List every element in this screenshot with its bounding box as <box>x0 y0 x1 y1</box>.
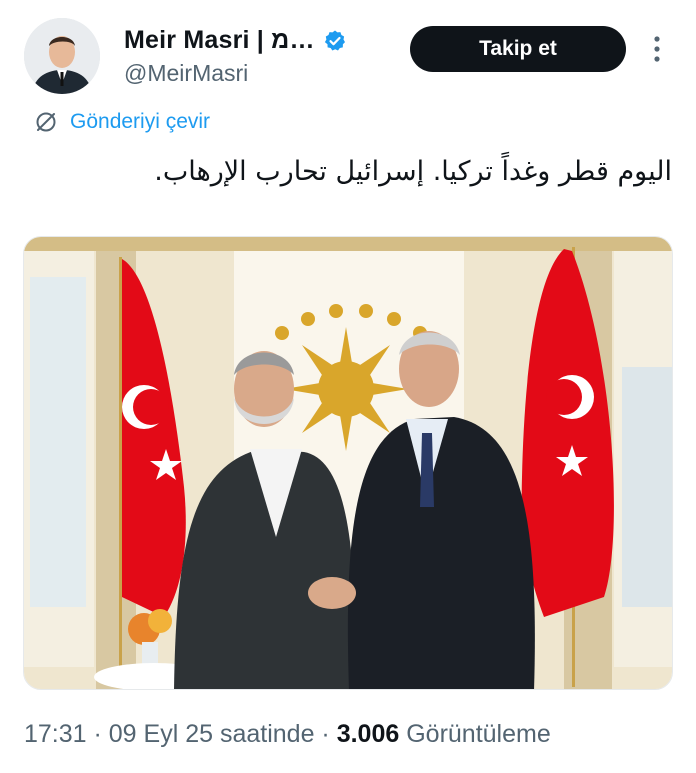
meta-separator: · <box>314 720 337 748</box>
verified-badge-icon <box>324 30 345 50</box>
author-handle[interactable]: @MeirMasri <box>124 60 248 87</box>
translate-label[interactable]: Gönderiyi çevir <box>70 110 210 134</box>
more-vertical-icon[interactable] <box>650 34 664 64</box>
views-count: 3.006 <box>336 720 400 748</box>
tweet-text: اليوم قطر وغداً تركيا. إسرائيل تحارب الإ… <box>154 156 672 187</box>
tweet-time[interactable]: 17:31 <box>24 720 87 748</box>
translate-post-link[interactable]: Gönderiyi çevir <box>34 110 210 134</box>
author-name-row[interactable]: Meir Masri | מ… <box>124 26 347 55</box>
tweet-photo[interactable] <box>23 236 673 690</box>
photo-two-men-handshake-flags-icon <box>24 237 672 689</box>
meta-separator: · <box>86 720 109 748</box>
translate-globe-icon <box>36 112 56 132</box>
tweet-date[interactable]: 09 Eyl 25 saatinde <box>109 720 315 748</box>
profile-photo-icon <box>24 18 100 94</box>
tweet-header: Meir Masri | מ… @MeirMasri Takip et <box>20 18 676 104</box>
follow-button[interactable]: Takip et <box>410 26 626 72</box>
author-display-name[interactable]: Meir Masri | מ… <box>124 26 315 55</box>
views-label: Görüntüleme <box>406 720 551 748</box>
tweet-meta: 17:31 · 09 Eyl 25 saatinde · 3.006 Görün… <box>24 720 551 749</box>
author-avatar[interactable] <box>24 18 100 94</box>
